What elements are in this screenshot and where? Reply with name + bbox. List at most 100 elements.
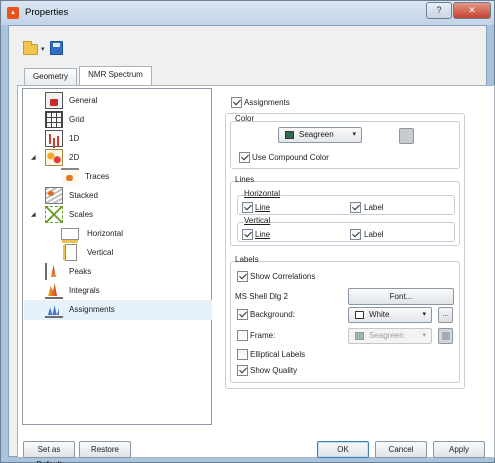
labels-group-title: Labels (235, 255, 259, 264)
traces-icon (61, 168, 79, 185)
background-label: Background: (250, 310, 295, 319)
tree-item-peaks[interactable]: Peaks (45, 262, 195, 282)
tree-item-assignments[interactable]: Assignments (24, 300, 212, 320)
restore-button[interactable]: Restore (79, 441, 131, 458)
peaks-icon (45, 263, 63, 280)
tab-geometry[interactable]: Geometry (24, 68, 77, 85)
2d-icon (45, 149, 63, 166)
frame-select-value: Seagreen (369, 331, 404, 340)
tree-item-label: Assignments (69, 305, 115, 314)
assignments-label: Assignments (244, 98, 290, 107)
tree-item-label: General (69, 96, 98, 105)
horizontal-scale-icon (61, 228, 79, 243)
expand-arrow-icon[interactable]: ◢ (31, 148, 36, 168)
tree-item-label: Stacked (69, 191, 98, 200)
show-correlations-checkbox[interactable] (237, 271, 248, 282)
stacked-icon (45, 187, 63, 204)
expand-arrow-icon[interactable]: ◢ (31, 205, 36, 225)
font-button[interactable]: Font... (348, 288, 454, 305)
tree-item-2d[interactable]: ◢ 2D (31, 148, 195, 168)
chevron-down-icon: ▾ (422, 332, 426, 339)
close-button[interactable]: ✕ (453, 2, 491, 19)
elliptical-labels-checkbox[interactable] (237, 349, 248, 360)
use-compound-color-label: Use Compound Color (252, 153, 329, 162)
font-name-label: MS Shell Dlg 2 (235, 292, 288, 301)
color-picker-button[interactable] (399, 128, 414, 144)
ok-button[interactable]: OK (317, 441, 369, 458)
grid-icon (45, 111, 63, 128)
chevron-down-icon: ▾ (352, 131, 356, 138)
integrals-icon (45, 282, 63, 299)
color-swatch (285, 131, 294, 139)
background-swatch (355, 311, 364, 319)
apply-button[interactable]: Apply (433, 441, 485, 458)
window-title: Properties (25, 7, 69, 18)
tree-item-label: Vertical (87, 248, 114, 257)
app-logo-icon: ▲ (7, 7, 19, 19)
tree-item-label: Traces (85, 172, 110, 181)
tree-item-general[interactable]: General (45, 91, 195, 111)
tree-item-label: Grid (69, 115, 85, 124)
horizontal-line-checkbox[interactable] (242, 202, 253, 213)
frame-checkbox[interactable] (237, 330, 248, 341)
folder-open-icon[interactable] (23, 41, 38, 55)
tree-item-stacked[interactable]: Stacked (45, 186, 195, 206)
horizontal-label-label: Label (364, 203, 384, 212)
elliptical-labels-label: Elliptical Labels (250, 350, 306, 359)
vertical-scale-icon (63, 244, 77, 261)
vertical-line-label: Line (255, 230, 271, 239)
background-color-button[interactable]: … (438, 307, 453, 323)
horizontal-label-checkbox[interactable] (350, 202, 361, 213)
color-select[interactable]: Seagreen ▾ (278, 127, 362, 143)
category-tree[interactable]: General Grid 1D ◢ 2D Traces Stacked ◢ Sc… (22, 88, 212, 425)
tree-item-label: Peaks (69, 267, 92, 276)
tab-nmr-spectrum[interactable]: NMR Spectrum (79, 66, 152, 86)
background-select-value: White (369, 310, 390, 319)
help-button[interactable]: ? (426, 2, 452, 19)
vertical-label-checkbox[interactable] (350, 229, 361, 240)
frame-select[interactable]: Seagreen ▾ (348, 328, 432, 344)
tree-item-vertical[interactable]: Vertical (61, 243, 201, 263)
color-select-value: Seagreen (299, 130, 334, 139)
show-quality-checkbox[interactable] (237, 365, 248, 376)
tree-item-label: 1D (69, 134, 80, 143)
use-compound-color-checkbox[interactable] (239, 152, 250, 163)
background-select[interactable]: White ▾ (348, 307, 432, 323)
tree-item-traces[interactable]: Traces (61, 167, 201, 187)
tree-item-integrals[interactable]: Integrals (45, 281, 195, 301)
scales-icon (45, 206, 63, 223)
vertical-label-label: Label (364, 230, 384, 239)
assignments-icon (45, 301, 63, 318)
tree-item-label: 2D (69, 153, 80, 162)
save-disk-icon[interactable] (50, 41, 63, 55)
cancel-button[interactable]: Cancel (375, 441, 427, 458)
show-correlations-label: Show Correlations (250, 272, 316, 281)
chevron-down-icon: ▾ (422, 311, 426, 318)
tree-item-label: Horizontal (87, 229, 124, 238)
general-icon (45, 92, 63, 109)
tree-item-label: Integrals (69, 286, 100, 295)
title-bar[interactable]: ▲ Properties ? ✕ (1, 1, 494, 25)
chevron-down-icon[interactable]: ▾ (41, 45, 45, 53)
tree-item-grid[interactable]: Grid (45, 110, 195, 130)
frame-swatch (355, 332, 364, 340)
set-as-default-button[interactable]: Set as Default (23, 441, 75, 463)
show-quality-label: Show Quality (250, 366, 298, 375)
vertical-group-title: Vertical (244, 216, 271, 225)
1d-icon (45, 130, 63, 147)
tree-item-scales[interactable]: ◢ Scales (31, 205, 195, 225)
lines-group-title: Lines (235, 175, 255, 184)
tree-item-horizontal[interactable]: Horizontal (61, 224, 201, 244)
vertical-line-checkbox[interactable] (242, 229, 253, 240)
assignments-checkbox[interactable] (231, 97, 242, 108)
horizontal-group-title: Horizontal (244, 189, 281, 198)
tree-item-1d[interactable]: 1D (45, 129, 195, 149)
tree-item-label: Scales (69, 210, 94, 219)
horizontal-line-label: Line (255, 203, 271, 212)
background-checkbox[interactable] (237, 309, 248, 320)
properties-window: ▲ Properties ? ✕ ▾ Geometry NMR Spectrum… (0, 0, 495, 463)
frame-color-swatch (442, 332, 450, 340)
frame-label: Frame: (250, 331, 276, 340)
color-group-title: Color (235, 114, 255, 123)
frame-color-button[interactable] (438, 328, 453, 344)
